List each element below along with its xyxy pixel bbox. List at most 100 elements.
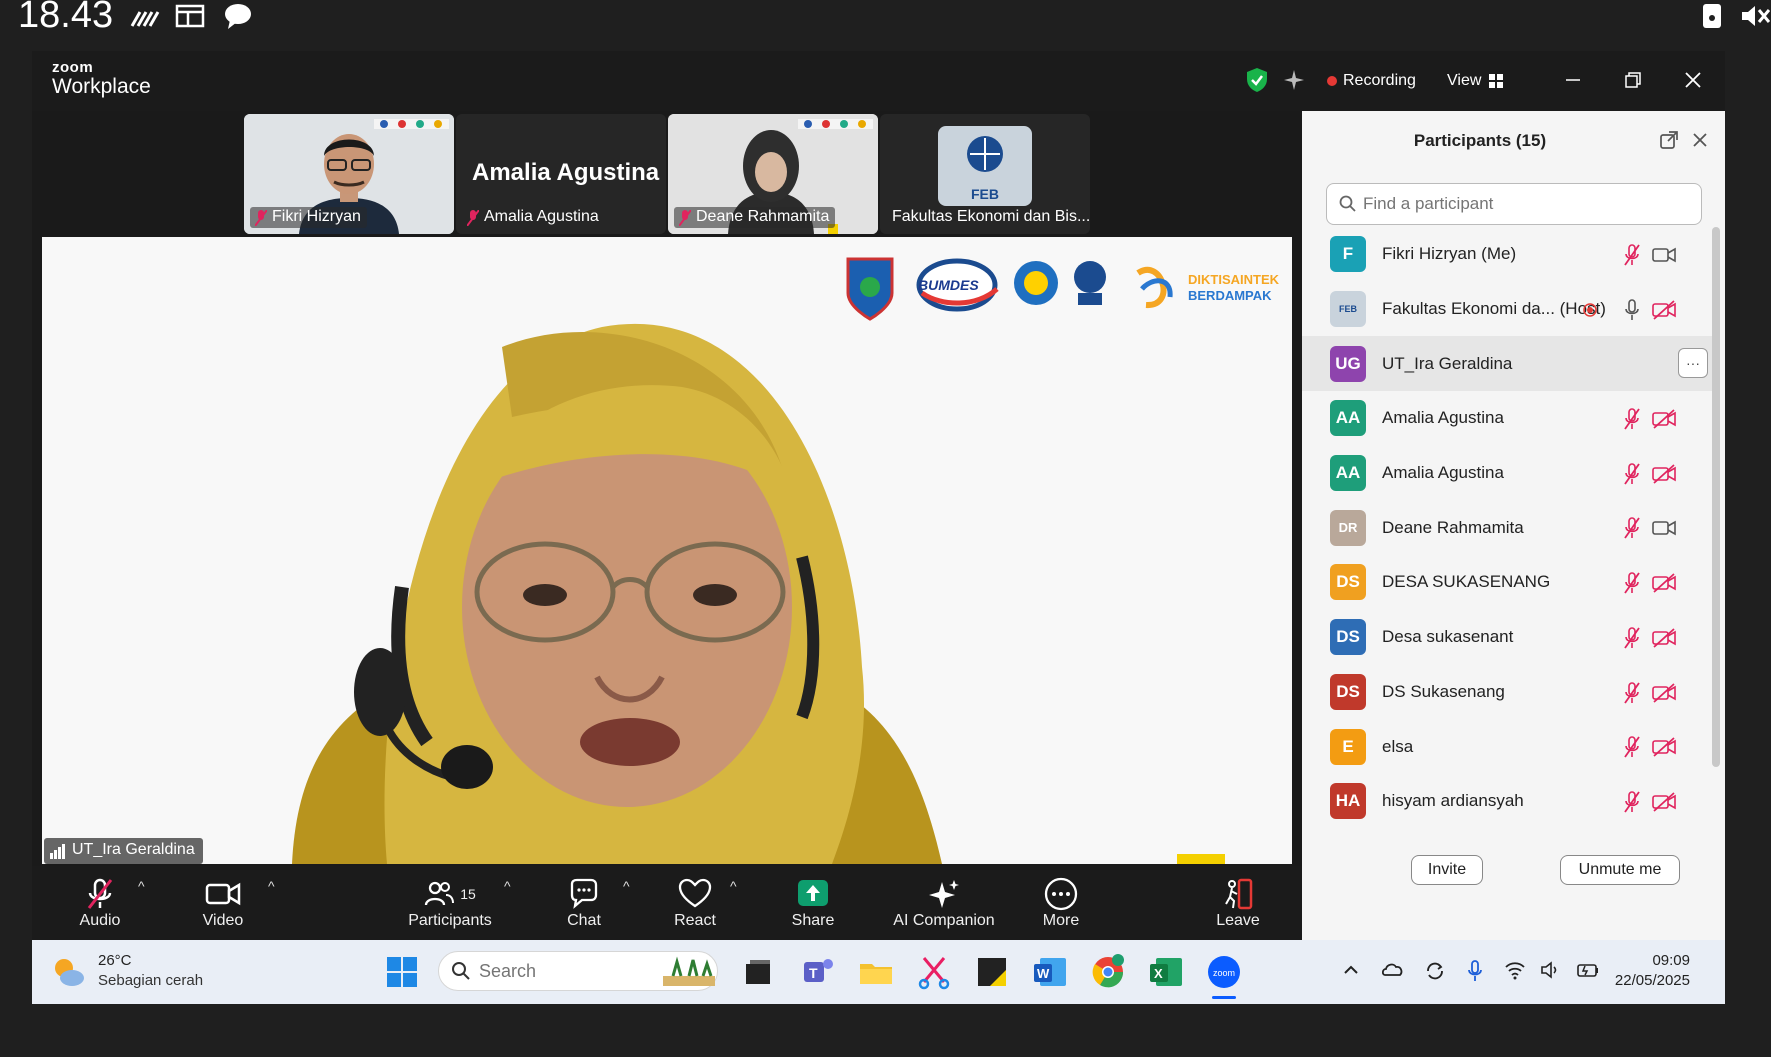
- participant-row[interactable]: DS DS Sukasenang: [1302, 665, 1712, 720]
- react-options-chevron-icon[interactable]: ^: [730, 878, 737, 894]
- volume-icon[interactable]: [1540, 960, 1562, 980]
- taskbar-search-box[interactable]: [438, 951, 718, 991]
- sync-icon[interactable]: [1424, 960, 1446, 982]
- thumbnail-name-label: Fakultas Ekonomi dan Bis...: [892, 208, 1090, 225]
- search-icon: [452, 962, 470, 980]
- onedrive-icon[interactable]: [1382, 960, 1404, 980]
- audio-options-chevron-icon[interactable]: ^: [138, 878, 145, 894]
- mic-muted-icon[interactable]: [1622, 572, 1642, 594]
- mic-muted-icon[interactable]: [1622, 736, 1642, 758]
- camera-off-icon[interactable]: [1652, 300, 1676, 320]
- wifi-icon[interactable]: [1504, 960, 1526, 980]
- mic-muted-icon: [679, 210, 691, 226]
- mic-muted-icon: [255, 210, 267, 226]
- battery-icon[interactable]: [1576, 960, 1600, 980]
- file-explorer-icon[interactable]: [858, 954, 894, 990]
- close-window-icon[interactable]: [1684, 71, 1702, 89]
- camera-icon[interactable]: [1652, 245, 1676, 265]
- share-button[interactable]: Share: [763, 876, 863, 930]
- signal-icon: [130, 11, 160, 27]
- ai-companion-icon: [929, 880, 959, 908]
- mic-muted-icon[interactable]: [1622, 627, 1642, 649]
- mute-volume-icon: [1742, 6, 1770, 26]
- microphone-icon[interactable]: [1466, 960, 1484, 982]
- participants-button[interactable]: 15 Participants: [388, 876, 512, 930]
- teams-icon[interactable]: T: [800, 954, 836, 990]
- mic-muted-icon[interactable]: [1622, 681, 1642, 704]
- close-panel-icon[interactable]: [1691, 131, 1709, 149]
- find-participant-input[interactable]: [1363, 192, 1683, 216]
- mic-muted-icon[interactable]: [1622, 791, 1642, 813]
- excel-icon[interactable]: X: [1148, 954, 1184, 990]
- camera-off-icon[interactable]: [1652, 792, 1676, 812]
- participant-row[interactable]: FEB Fakultas Ekonomi da... (Host): [1302, 282, 1712, 337]
- camera-off-icon[interactable]: [1652, 464, 1676, 484]
- ai-companion-button[interactable]: AI Companion: [874, 876, 1014, 930]
- participant-avatar: DS: [1330, 673, 1366, 710]
- participant-row[interactable]: AA Amalia Agustina: [1302, 391, 1712, 446]
- restore-icon[interactable]: [1624, 71, 1642, 89]
- find-participant-field[interactable]: [1326, 183, 1702, 225]
- camera-icon[interactable]: [1652, 518, 1676, 538]
- word-icon[interactable]: W: [1032, 954, 1068, 990]
- video-options-chevron-icon[interactable]: ^: [268, 878, 275, 894]
- audio-button[interactable]: Audio: [50, 876, 150, 930]
- chrome-icon[interactable]: [1090, 954, 1126, 990]
- participant-row[interactable]: DS DESA SUKASENANG: [1302, 555, 1712, 610]
- chat-button[interactable]: Chat: [534, 876, 634, 930]
- task-view-icon[interactable]: [740, 954, 776, 990]
- mic-muted-icon[interactable]: [1622, 462, 1642, 485]
- chevron-up-icon[interactable]: [1341, 960, 1361, 980]
- camera-off-icon[interactable]: [1652, 628, 1676, 648]
- participant-row[interactable]: Eelsa: [1302, 719, 1712, 774]
- sticky-notes-icon[interactable]: [974, 954, 1010, 990]
- unmute-me-button[interactable]: Unmute me: [1560, 855, 1680, 885]
- camera-off-icon[interactable]: [1652, 409, 1676, 429]
- weather-partly-sunny-icon[interactable]: [50, 954, 86, 990]
- participant-row[interactable]: DR Deane Rahmamita: [1302, 500, 1712, 555]
- minimize-icon[interactable]: [1564, 71, 1582, 89]
- invite-button[interactable]: Invite: [1411, 855, 1483, 885]
- participant-row[interactable]: F Fikri Hizryan (Me): [1302, 227, 1712, 282]
- video-thumbnail-feb[interactable]: FEB Fakultas Ekonomi dan Bis...: [880, 114, 1090, 234]
- participant-more-icon[interactable]: ···: [1678, 348, 1708, 379]
- participant-row[interactable]: AA Amalia Agustina: [1302, 446, 1712, 501]
- more-button[interactable]: More: [1011, 876, 1111, 930]
- participants-scrollbar[interactable]: [1712, 227, 1720, 767]
- video-thumbnail-amalia[interactable]: Amalia Agustina Amalia Agustina: [456, 114, 666, 234]
- participant-row[interactable]: HA hisyam ardiansyah: [1302, 774, 1712, 825]
- video-button[interactable]: Video: [173, 876, 273, 930]
- ai-sparkle-icon[interactable]: [1282, 68, 1306, 92]
- speaker-video-feed: BUMDES DIKTISAINTEK BERDAMPAK: [42, 237, 1292, 864]
- mic-muted-icon[interactable]: [1622, 408, 1642, 430]
- video-thumbnail-fikri[interactable]: Fikri Hizryan: [244, 114, 454, 234]
- taskbar-date[interactable]: 22/05/2025: [1610, 972, 1690, 989]
- active-speaker-video[interactable]: BUMDES DIKTISAINTEK BERDAMPAK UT_Ira Ger…: [42, 237, 1292, 864]
- taskbar-clock[interactable]: 09:09: [1610, 952, 1690, 969]
- leave-button[interactable]: Leave: [1188, 876, 1288, 930]
- participants-options-chevron-icon[interactable]: ^: [504, 878, 511, 894]
- mic-icon[interactable]: [1622, 298, 1642, 321]
- search-highlight-icon: [663, 956, 715, 986]
- participant-row[interactable]: DS Desa sukasenant: [1302, 610, 1712, 665]
- windows-start-icon[interactable]: [386, 956, 418, 988]
- snipping-tool-icon[interactable]: [916, 954, 952, 990]
- participant-name: Amalia Agustina: [1382, 408, 1504, 428]
- camera-off-icon[interactable]: [1652, 737, 1676, 757]
- taskbar-search-input[interactable]: [479, 961, 649, 982]
- pop-out-icon[interactable]: [1659, 130, 1679, 150]
- chat-options-chevron-icon[interactable]: ^: [623, 878, 630, 894]
- mic-muted-icon[interactable]: [1622, 517, 1642, 539]
- video-thumbnail-deane[interactable]: Deane Rahmamita: [668, 114, 878, 234]
- recording-indicator[interactable]: Recording: [1327, 68, 1416, 94]
- view-menu-button[interactable]: View: [1447, 68, 1504, 94]
- participant-avatar: FEB: [1330, 291, 1366, 328]
- mic-muted-icon[interactable]: [1622, 244, 1642, 266]
- encryption-shield-icon[interactable]: [1245, 67, 1269, 93]
- camera-off-icon[interactable]: [1652, 573, 1676, 593]
- camera-off-icon[interactable]: [1652, 682, 1676, 703]
- zoom-app-icon[interactable]: zoom: [1206, 954, 1242, 990]
- participant-row[interactable]: UG UT_Ira Geraldina ···: [1302, 336, 1712, 392]
- window-titlebar: zoom Workplace Recording View: [32, 51, 1725, 111]
- thumbnail-name-label: Amalia Agustina: [462, 207, 605, 228]
